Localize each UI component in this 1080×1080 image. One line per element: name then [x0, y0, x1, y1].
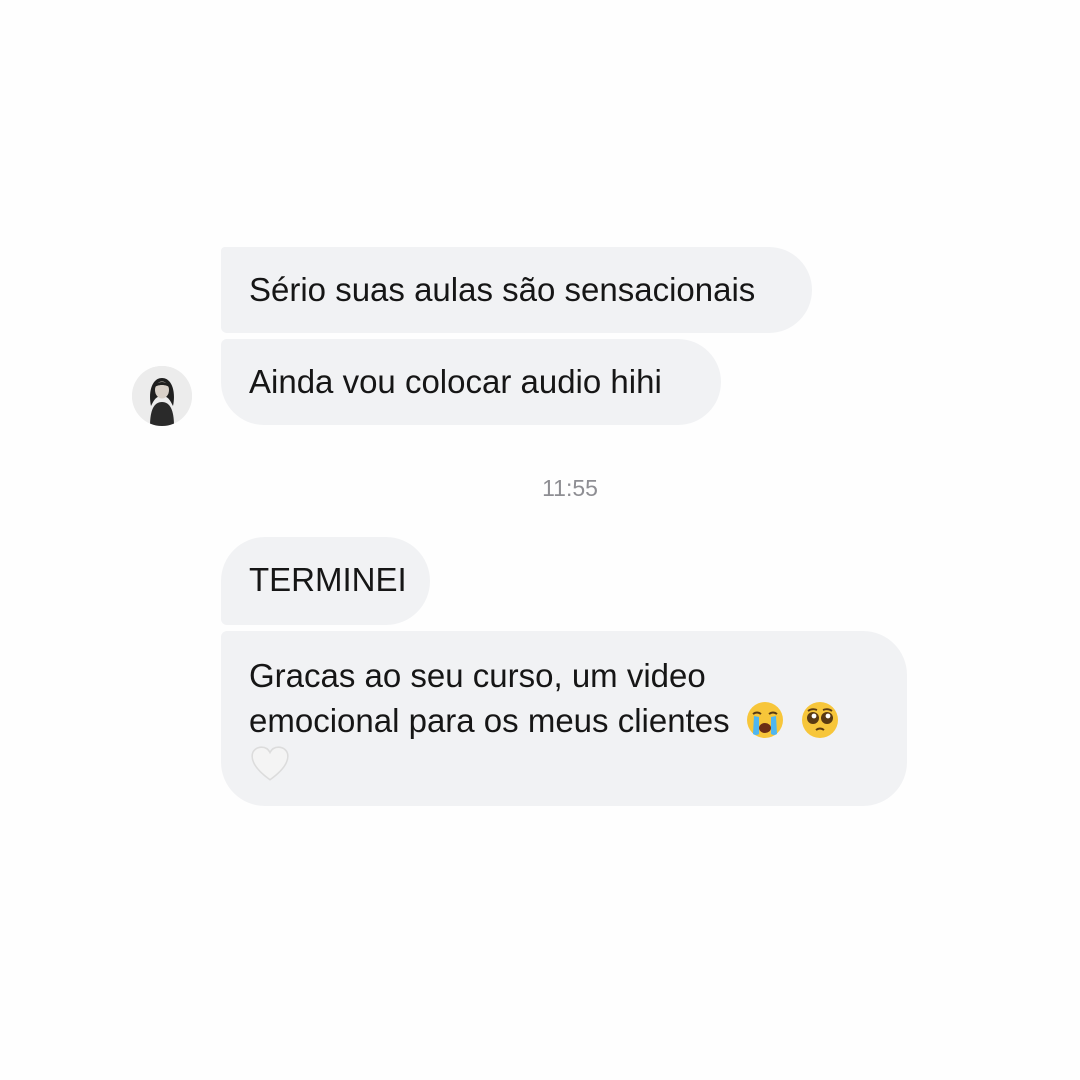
message-text-fragment: emocional para os meus clientes [249, 702, 730, 739]
sender-avatar[interactable] [132, 366, 192, 426]
message-bubble[interactable]: Gracas ao seu curso, um video emocional … [221, 631, 907, 806]
message-text: Sério suas aulas são sensacionais [249, 271, 756, 308]
user-avatar-photo-icon [132, 366, 192, 426]
loudly-crying-face-icon [746, 702, 783, 738]
message-bubble[interactable]: TERMINEI [221, 537, 430, 625]
white-heart-icon [251, 746, 289, 781]
message-timestamp: 11:55 [542, 475, 598, 501]
pleading-face-icon [801, 702, 838, 738]
message-bubble[interactable]: Sério suas aulas são sensacionais [221, 247, 812, 333]
message-text: TERMINEI [249, 561, 407, 598]
message-text-line: emocional para os meus clientes [249, 698, 879, 743]
message-text-line: Gracas ao seu curso, um video [249, 657, 706, 694]
message-text: Ainda vou colocar audio hihi [249, 363, 662, 400]
message-bubble[interactable]: Ainda vou colocar audio hihi [221, 339, 721, 425]
message-emoji-line [249, 743, 879, 788]
